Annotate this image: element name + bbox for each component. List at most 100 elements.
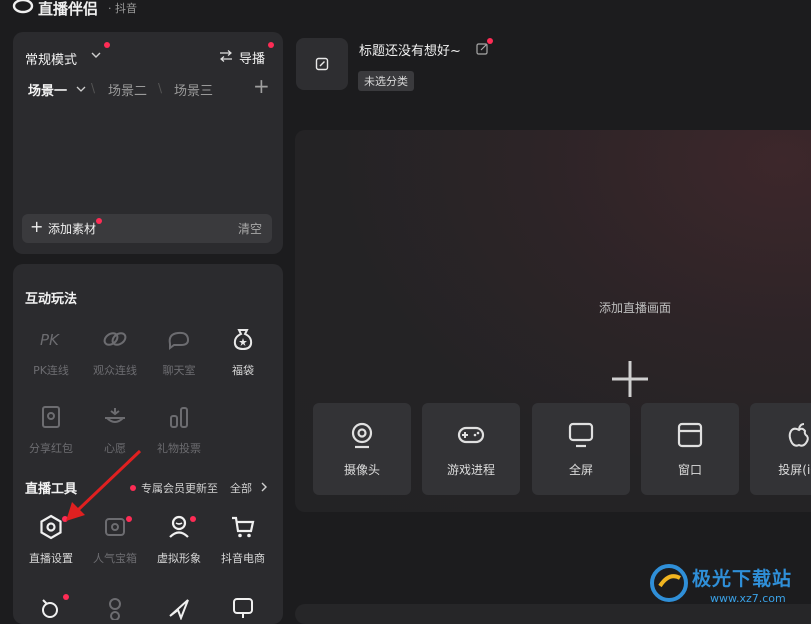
chat-room-tool[interactable]: 聊天室 (146, 326, 212, 390)
lucky-bag-icon (233, 329, 253, 351)
scene-panel: 常规模式 导播 场景一 \ 场景二 \ 场景三 + + 添加素材 清空 (13, 32, 283, 254)
app-logo-icon (12, 0, 34, 14)
shopping-cart-icon (232, 516, 255, 538)
paper-plane-icon[interactable] (167, 596, 191, 620)
lucky-bag-tool[interactable]: 福袋 (210, 326, 276, 390)
chevron-down-icon[interactable] (76, 84, 86, 94)
tab-scene-1[interactable]: 场景一 (28, 80, 67, 99)
category-badge[interactable]: 未选分类 (358, 71, 414, 91)
tool-label: 虚拟形象 (157, 552, 201, 565)
source-label: 游戏进程 (446, 463, 495, 477)
plus-icon[interactable]: + (30, 218, 43, 236)
notification-dot (126, 516, 132, 522)
tool-label: 聊天室 (162, 364, 196, 377)
mode-select[interactable]: 常规模式 (25, 49, 77, 68)
add-material-button[interactable]: 添加素材 (48, 220, 96, 237)
hexagon-settings-icon (40, 514, 62, 540)
notification-dot (104, 42, 110, 48)
live-title[interactable]: 标题还没有想好~ (359, 40, 461, 59)
tool-label: PK连线 (33, 364, 69, 377)
all-tools-link[interactable]: 全部 (230, 480, 252, 496)
monitor-icon (568, 422, 594, 448)
tool-label: 观众连线 (93, 364, 137, 377)
source-fullscreen[interactable]: 全屏 (532, 403, 630, 495)
live-settings-tool[interactable]: 直播设置 (18, 514, 84, 578)
member-update-notice[interactable]: 专属会员更新至 (141, 480, 218, 496)
notification-dot (130, 485, 136, 491)
app-title: 直播伴侣 (38, 0, 99, 18)
source-game[interactable]: 游戏进程 (422, 403, 520, 495)
notification-dot (63, 594, 69, 600)
swap-icon[interactable] (219, 50, 233, 62)
source-label: 窗口 (677, 463, 702, 477)
window-icon (677, 422, 703, 448)
tab-scene-3[interactable]: 场景三 (174, 80, 213, 99)
material-bar: + 添加素材 清空 (22, 214, 272, 243)
watermark-title: 极光下载站 (692, 568, 793, 590)
source-label: 全屏 (568, 463, 593, 477)
edit-icon (315, 57, 329, 71)
popularity-box-tool[interactable]: 人气宝箱 (82, 514, 148, 578)
avatar-icon (169, 515, 189, 538)
audience-link-tool[interactable]: 观众连线 (82, 326, 148, 390)
app-platform: · 抖音 (108, 2, 137, 15)
chevron-right-icon[interactable] (259, 481, 269, 493)
watermark-url: www.xz7.com (710, 592, 786, 605)
chevron-down-icon[interactable] (90, 49, 102, 61)
tools-section-title: 直播工具 (25, 482, 78, 497)
source-screen-cast[interactable]: 投屏(iO (750, 403, 811, 495)
gamepad-icon (457, 426, 485, 444)
source-camera[interactable]: 摄像头 (313, 403, 411, 495)
beauty-icon[interactable] (39, 596, 63, 620)
add-live-view-label[interactable]: 添加直播画面 (295, 299, 811, 316)
pk-link-tool[interactable]: PK PK连线 (18, 326, 84, 390)
tool-label: 心愿 (104, 442, 126, 455)
preview-canvas[interactable]: 添加直播画面 摄像头 游戏进程 全屏 窗口 投屏(iO (295, 130, 811, 512)
wish-tool[interactable]: 心愿 (82, 404, 148, 468)
link-icon (103, 332, 127, 346)
tab-divider: \ (91, 81, 96, 95)
tool-label: 直播设置 (29, 552, 73, 565)
pk-icon: PK (40, 331, 60, 349)
screen-icon[interactable] (231, 596, 255, 620)
camera-icon (351, 422, 373, 449)
apple-icon (788, 423, 809, 447)
pencil-icon[interactable] (476, 42, 489, 55)
douyin-shop-tool[interactable]: 抖音电商 (210, 514, 276, 578)
tool-label: 福袋 (232, 364, 254, 377)
tool-label: 抖音电商 (221, 552, 265, 565)
treasure-box-icon (105, 518, 125, 536)
watermark: 极光下载站 www.xz7.com (648, 562, 808, 614)
tab-scene-2[interactable]: 场景二 (108, 80, 147, 99)
guide-button[interactable]: 导播 (239, 48, 265, 67)
gift-vote-icon (170, 407, 188, 428)
source-window[interactable]: 窗口 (641, 403, 739, 495)
tools-panel: 互动玩法 PK PK连线 观众连线 聊天室 福袋 分享红包 心愿 礼物投票 直播… (13, 264, 283, 624)
add-scene-icon[interactable]: + (253, 76, 270, 96)
red-packet-icon (42, 406, 60, 428)
source-label: 投屏(iO (778, 463, 811, 477)
users-icon[interactable] (103, 596, 127, 620)
tab-divider: \ (158, 81, 163, 95)
top-bar: 直播伴侣 · 抖音 (0, 0, 811, 22)
clear-button[interactable]: 清空 (238, 220, 262, 237)
notification-dot (62, 516, 68, 522)
notification-dot (268, 42, 274, 48)
share-red-packet-tool[interactable]: 分享红包 (18, 404, 84, 468)
virtual-avatar-tool[interactable]: 虚拟形象 (146, 514, 212, 578)
plus-icon[interactable] (609, 358, 651, 400)
svg-text:PK: PK (40, 331, 60, 349)
interactive-section-title: 互动玩法 (25, 292, 78, 307)
watermark-logo-icon (650, 564, 688, 602)
gift-vote-tool[interactable]: 礼物投票 (146, 404, 212, 468)
notification-dot (96, 218, 102, 224)
notification-dot (487, 38, 493, 44)
source-label: 摄像头 (343, 463, 380, 477)
chat-room-icon (168, 331, 190, 350)
tool-label: 分享红包 (29, 442, 73, 455)
tool-label: 人气宝箱 (93, 552, 137, 565)
cover-edit-button[interactable] (296, 38, 348, 90)
wish-icon (105, 408, 125, 423)
tool-label: 礼物投票 (157, 442, 201, 455)
notification-dot (190, 516, 196, 522)
